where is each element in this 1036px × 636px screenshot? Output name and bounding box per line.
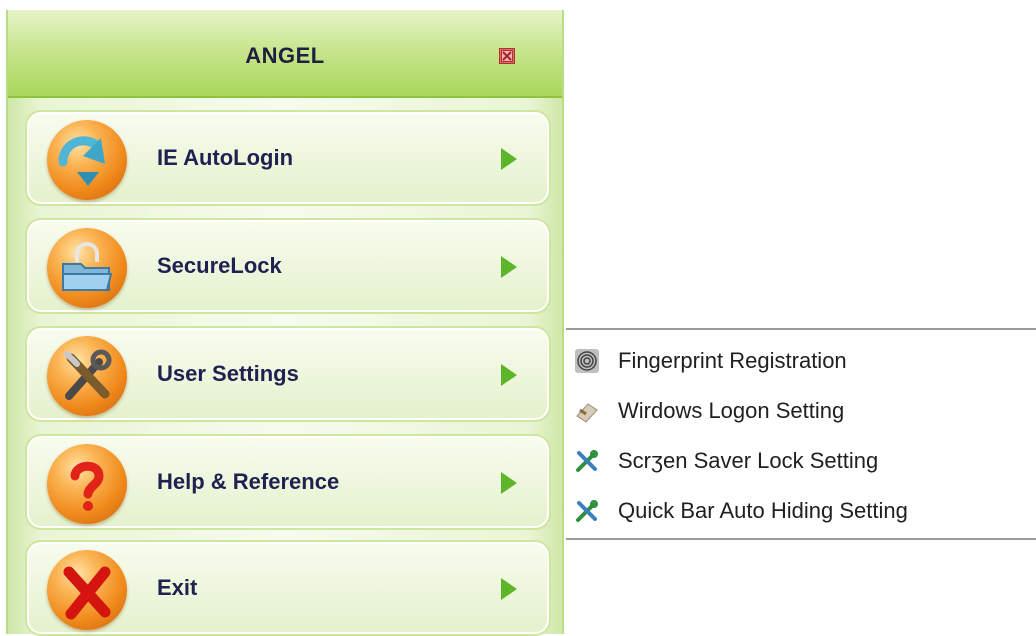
menu-item-label: IE AutoLogin <box>157 145 294 170</box>
menu-item-securelock[interactable]: SecureLock <box>25 218 551 314</box>
window-title: ANGEL <box>245 43 325 68</box>
submenu-item-label: Quick Bar Auto Hiding Setting <box>618 498 908 523</box>
tools-icon <box>574 498 600 524</box>
submenu-item-label: Scrʒen Saver Lock Setting <box>618 448 879 473</box>
submenu-item-label: Wirdows Logon Setting <box>618 398 845 423</box>
tools-icon <box>574 448 600 474</box>
chevron-right-icon <box>501 364 517 386</box>
submenu-item-fingerprint-registration[interactable]: Fingerprint Registration <box>566 338 1036 384</box>
close-icon[interactable] <box>499 48 515 64</box>
submenu-item-quick-bar-auto-hiding-setting[interactable]: Quick Bar Auto Hiding Setting <box>566 488 1036 534</box>
folder-lock-icon <box>47 228 127 308</box>
title-bar: ANGEL <box>8 10 562 98</box>
menu-item-exit[interactable]: Exit <box>25 540 551 636</box>
windows-logon-icon <box>574 398 600 424</box>
menu-item-label: Help & Reference <box>157 469 340 494</box>
menu-item-label: Exit <box>157 575 198 600</box>
chevron-right-icon <box>501 472 517 494</box>
menu-item-label: User Settings <box>157 361 299 386</box>
submenu-item-screen-saver-lock-setting[interactable]: Scrʒen Saver Lock Setting <box>566 438 1036 484</box>
chevron-right-icon <box>501 148 517 170</box>
tools-icon <box>47 336 127 416</box>
fingerprint-icon <box>574 348 600 374</box>
chevron-right-icon <box>501 578 517 600</box>
ie-autologin-download-icon <box>47 120 127 200</box>
menu-item-help-reference[interactable]: Help & Reference <box>25 434 551 530</box>
menu-item-user-settings[interactable]: User Settings <box>25 326 551 422</box>
submenu-item-label: Fingerprint Registration <box>618 348 847 373</box>
question-mark-icon <box>47 444 127 524</box>
exit-x-icon <box>47 550 127 630</box>
menu-item-ie-autologin[interactable]: IE AutoLogin <box>25 110 551 206</box>
chevron-right-icon <box>501 256 517 278</box>
menu-item-label: SecureLock <box>157 253 282 278</box>
submenu-item-windows-logon-setting[interactable]: Wirdows Logon Setting <box>566 388 1036 434</box>
user-settings-submenu: Fingerprint Registration Wirdows Logon S… <box>566 328 1036 540</box>
angel-menu-panel: ANGEL IE AutoLogin SecureLock User Setti… <box>6 10 564 636</box>
